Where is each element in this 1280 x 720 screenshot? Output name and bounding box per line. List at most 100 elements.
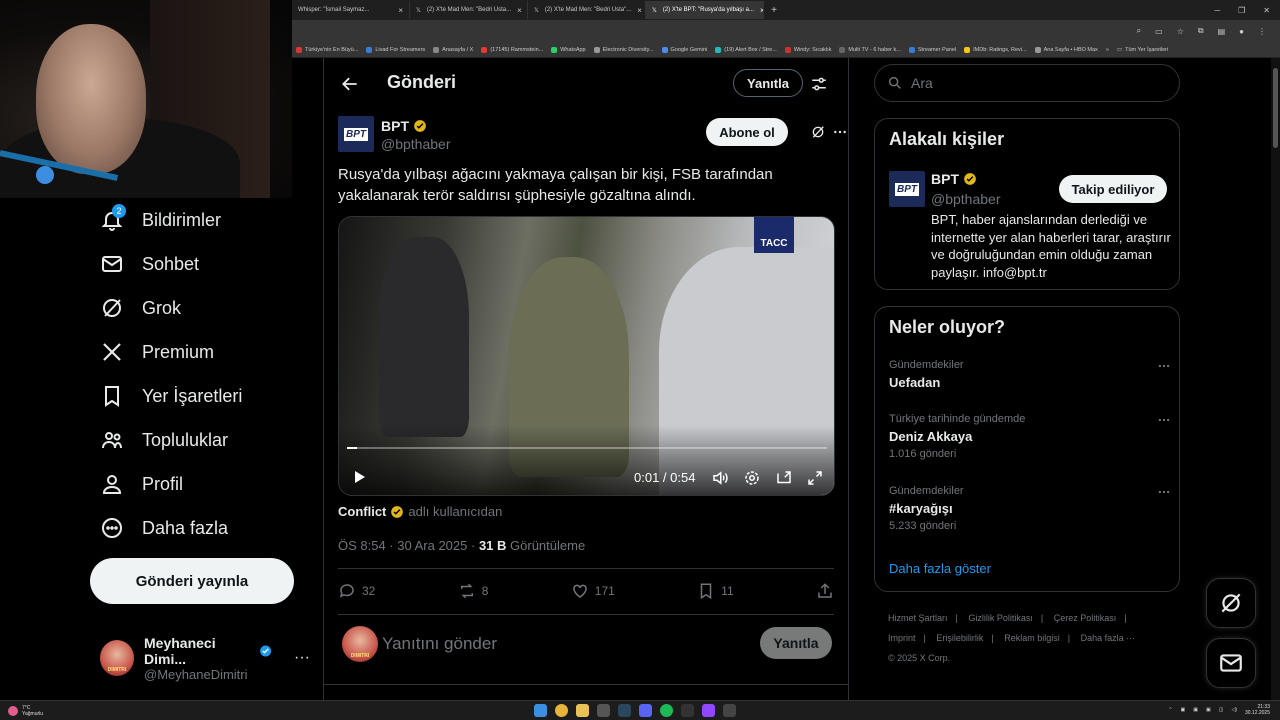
picture-in-picture-icon[interactable] bbox=[775, 469, 793, 487]
close-icon[interactable]: × bbox=[637, 6, 642, 15]
fullscreen-icon[interactable] bbox=[806, 469, 824, 487]
more-icon[interactable] bbox=[832, 124, 848, 140]
nav-item-more[interactable]: Daha fazla bbox=[90, 506, 310, 550]
browser-tab[interactable]: Whisper: "İsmail Saymaz... × bbox=[292, 1, 410, 19]
bookmark-item[interactable]: Türkiye'nin En Büyü... bbox=[292, 46, 362, 53]
more-icon[interactable] bbox=[1157, 359, 1171, 373]
reply-action[interactable]: 32 bbox=[338, 582, 375, 600]
discord-icon[interactable] bbox=[639, 704, 652, 717]
grok-icon[interactable] bbox=[810, 124, 826, 140]
app-icon[interactable] bbox=[723, 704, 736, 717]
epic-icon[interactable] bbox=[681, 704, 694, 717]
author-name-row[interactable]: BPT bbox=[381, 118, 427, 134]
all-bookmarks[interactable]: ▭ Tüm Yer İşaretleri bbox=[1113, 47, 1172, 53]
tray-icon[interactable]: ▣ bbox=[1193, 707, 1198, 713]
minimize-icon[interactable]: ─ bbox=[1214, 6, 1220, 15]
footer-link[interactable]: Daha fazla ··· bbox=[1081, 633, 1136, 643]
browser-tab[interactable]: 𝕏 (2) X'te Mad Men: "Bedri Usta"... × bbox=[528, 1, 646, 19]
footer-link[interactable]: Erişilebilirlik bbox=[936, 633, 983, 643]
app-icon[interactable] bbox=[702, 704, 715, 717]
network-icon[interactable]: ◫ bbox=[1219, 707, 1224, 713]
extensions-icon[interactable]: ⧉ bbox=[1198, 26, 1204, 36]
bookmark-item[interactable]: Multi TV - 6 haber k... bbox=[835, 46, 904, 53]
chrome-icon[interactable] bbox=[555, 704, 568, 717]
spotify-icon[interactable] bbox=[660, 704, 673, 717]
footer-link[interactable]: Hizmet Şartları bbox=[888, 613, 948, 623]
volume-icon[interactable] bbox=[711, 469, 729, 487]
bookmark-action[interactable]: 11 bbox=[697, 582, 734, 600]
show-more-link[interactable]: Daha fazla göster bbox=[889, 561, 991, 576]
nav-item-bookmarks[interactable]: Yer İşaretleri bbox=[90, 374, 310, 418]
tray-icon[interactable]: ▣ bbox=[1206, 707, 1211, 713]
post-button[interactable]: Gönderi yayınla bbox=[90, 558, 294, 604]
reply-top-button[interactable]: Yanıtla bbox=[733, 69, 803, 97]
bookmark-item[interactable]: Anasayfa / X bbox=[429, 46, 477, 53]
trend-item[interactable]: Türkiye tarihinde gündemde Deniz Akkaya … bbox=[889, 413, 1171, 460]
related-avatar[interactable]: BPT bbox=[889, 171, 925, 207]
obs-icon[interactable] bbox=[597, 704, 610, 717]
reply-input[interactable]: Yanıtını gönder bbox=[382, 634, 497, 654]
nav-item-profile[interactable]: Profil bbox=[90, 462, 310, 506]
star-icon[interactable]: ☆ bbox=[1177, 27, 1184, 36]
attribution-name[interactable]: Conflict bbox=[338, 504, 386, 519]
bookmark-item[interactable]: (19) Alert Box / Stre... bbox=[711, 46, 781, 53]
maximize-icon[interactable]: ❐ bbox=[1238, 6, 1245, 15]
browser-tab[interactable]: 𝕏 (2) X'te Mad Men: "Bedri Usta... × bbox=[410, 1, 528, 19]
back-arrow-icon[interactable] bbox=[340, 74, 360, 94]
bookmark-item[interactable]: Ana Sayfa • HBO Max bbox=[1031, 46, 1102, 53]
related-handle[interactable]: @bpthaber bbox=[931, 191, 1000, 207]
repost-action[interactable]: 8 bbox=[458, 582, 488, 600]
following-button[interactable]: Takip ediliyor bbox=[1059, 175, 1167, 203]
video-progress-bar[interactable] bbox=[347, 447, 827, 449]
sliders-icon[interactable] bbox=[810, 75, 828, 93]
close-icon[interactable]: × bbox=[398, 6, 403, 15]
footer-link[interactable]: Çerez Politikası bbox=[1054, 613, 1117, 623]
nav-item-grok[interactable]: Grok bbox=[90, 286, 310, 330]
clock[interactable]: 21:33 30.12.2025 bbox=[1245, 704, 1270, 716]
account-switcher[interactable]: DIMITRI Meyhaneci Dimi... @MeyhaneDimitr… bbox=[100, 635, 310, 682]
bookmark-item[interactable]: Electronic Diversity... bbox=[590, 46, 658, 53]
bookmark-item[interactable]: Streamer Panel bbox=[905, 46, 960, 53]
folder-icon[interactable] bbox=[576, 704, 589, 717]
nav-item-chat[interactable]: Sohbet bbox=[90, 242, 310, 286]
nav-item-communities[interactable]: Topluluklar bbox=[90, 418, 310, 462]
more-icon[interactable]: ··· bbox=[294, 649, 310, 667]
subscribe-button[interactable]: Abone ol bbox=[706, 118, 788, 146]
tray-icon[interactable]: ▣ bbox=[1181, 707, 1186, 713]
bookmark-item[interactable]: WhatsApp bbox=[547, 46, 589, 53]
footer-link[interactable]: Reklam bilgisi bbox=[1004, 633, 1060, 643]
author-avatar[interactable]: BPT bbox=[338, 116, 374, 152]
windows-start-icon[interactable] bbox=[534, 704, 547, 717]
sidebar-icon[interactable]: ▤ bbox=[1218, 27, 1226, 36]
search-input[interactable] bbox=[911, 75, 1151, 91]
scrollbar-thumb[interactable] bbox=[1273, 68, 1278, 148]
like-action[interactable]: 171 bbox=[571, 582, 615, 600]
close-icon[interactable]: × bbox=[517, 6, 522, 15]
bookmark-item[interactable]: (17145) Rammstein... bbox=[477, 46, 547, 53]
share-action[interactable] bbox=[816, 582, 834, 600]
profile-icon[interactable]: ● bbox=[1239, 27, 1244, 36]
play-icon[interactable] bbox=[351, 469, 367, 485]
zoom-icon[interactable]: ⌕ bbox=[1137, 26, 1141, 36]
steam-icon[interactable] bbox=[618, 704, 631, 717]
bookmarks-overflow-icon[interactable]: » bbox=[1102, 47, 1113, 53]
bookmark-item[interactable]: Google Gemini bbox=[658, 46, 712, 53]
new-tab-icon[interactable]: + bbox=[764, 5, 784, 16]
post-timestamp[interactable]: ÖS 8:54 · 30 Ara 2025 · bbox=[338, 538, 475, 553]
trend-item[interactable]: Gündemdekiler Uefadan bbox=[889, 359, 1171, 390]
bookmark-item[interactable]: Windy: Sıcaklık bbox=[781, 46, 836, 53]
related-name-row[interactable]: BPT bbox=[931, 171, 977, 187]
more-icon[interactable] bbox=[1157, 485, 1171, 499]
video-player[interactable]: TACC 0:01 / 0:54 bbox=[338, 216, 835, 496]
browser-tab-active[interactable]: 𝕏(2) X'te BPT: "Rusya'da yılbaşı a...× bbox=[646, 1, 764, 19]
author-handle[interactable]: @bpthaber bbox=[381, 136, 450, 152]
nav-item-premium[interactable]: Premium bbox=[90, 330, 310, 374]
trend-item[interactable]: Gündemdekiler #karyağışı 5.233 gönderi bbox=[889, 485, 1171, 532]
cast-icon[interactable]: ▭ bbox=[1155, 27, 1163, 36]
weather-widget[interactable]: 7°C Yağmurlu bbox=[0, 705, 43, 717]
chevron-up-icon[interactable]: ⌃ bbox=[1168, 707, 1172, 713]
more-icon[interactable] bbox=[1157, 413, 1171, 427]
browser-menu-icon[interactable]: ⋮ bbox=[1258, 27, 1266, 36]
search-box[interactable] bbox=[874, 64, 1180, 102]
messages-fab[interactable] bbox=[1206, 638, 1256, 688]
